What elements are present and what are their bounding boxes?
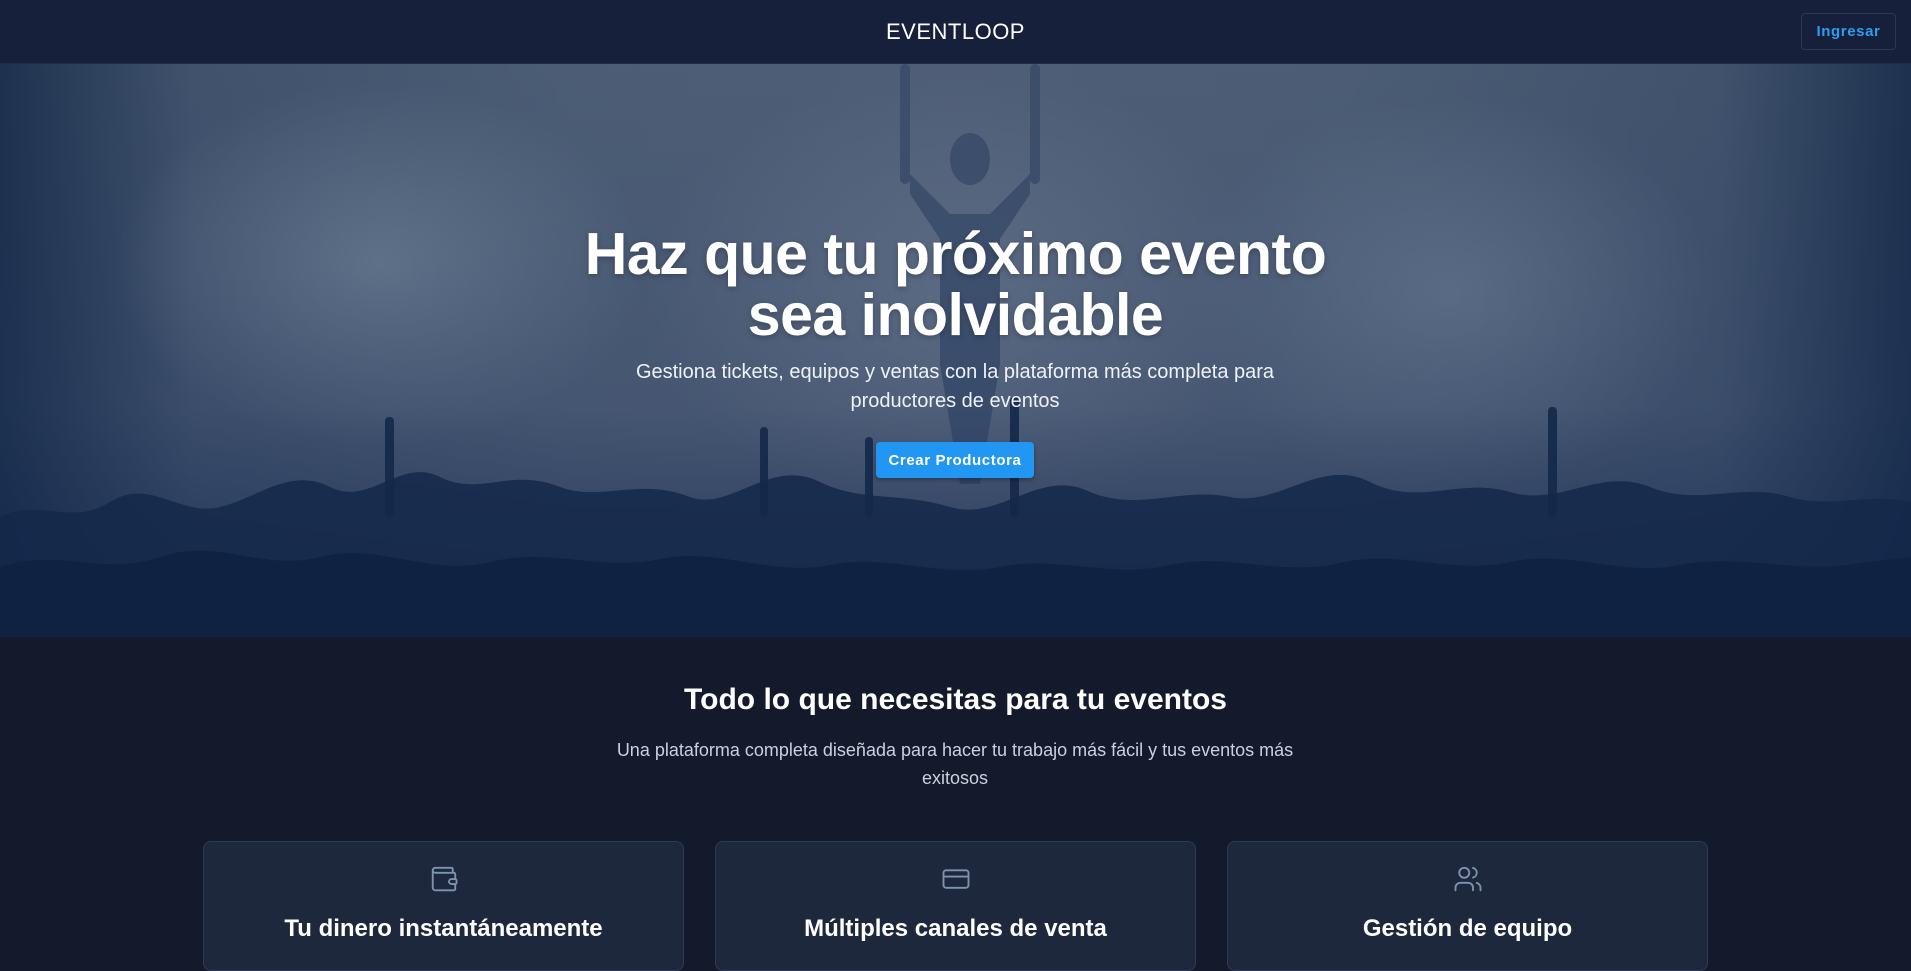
feature-card-title: Múltiples canales de venta <box>804 915 1107 942</box>
login-button[interactable]: Ingresar <box>1801 13 1896 50</box>
hero-title-line2: sea inolvidable <box>747 282 1164 348</box>
feature-card-sales-channels: Múltiples canales de venta <box>715 841 1196 971</box>
navbar: EVENTLOOP Ingresar <box>0 0 1911 64</box>
crowd-silhouette <box>0 397 1911 637</box>
hero-title-line1: Haz que tu próximo evento <box>584 221 1327 287</box>
hero-section: Haz que tu próximo evento sea inolvidabl… <box>0 64 1911 637</box>
eventloop-logo[interactable]: EVENTLOOP <box>0 19 1911 45</box>
features-title: Todo lo que necesitas para tu eventos <box>684 683 1227 716</box>
feature-card-title: Gestión de equipo <box>1362 915 1573 942</box>
feature-card-team-management: Gestión de equipo <box>1227 841 1708 971</box>
feature-card-title: Tu dinero instantáneamente <box>284 915 603 942</box>
create-producer-button[interactable]: Crear Productora <box>876 442 1034 478</box>
wallet-icon <box>204 864 683 894</box>
users-icon <box>1228 864 1707 894</box>
feature-card-instant-money: Tu dinero instantáneamente <box>203 841 684 971</box>
hero-title: Haz que tu próximo evento sea inolvidabl… <box>0 224 1911 346</box>
hero-subtitle: Gestiona tickets, equipos y ventas con l… <box>635 361 1275 412</box>
features-subtitle: Una plataforma completa diseñada para ha… <box>616 740 1294 788</box>
credit-card-icon <box>716 864 1195 894</box>
